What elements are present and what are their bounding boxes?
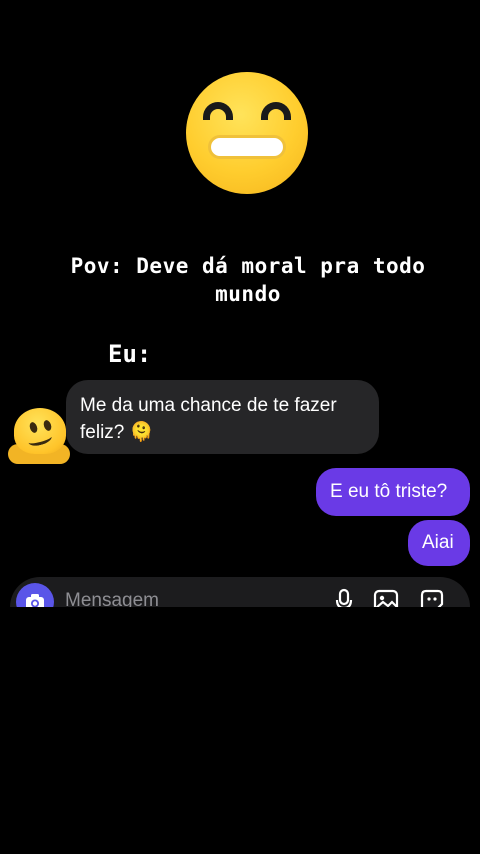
caption-line-2: mundo: [215, 282, 281, 306]
caption-line-1: Pov: Deve dá moral pra todo: [70, 254, 426, 278]
melting-face-avatar-icon: [8, 408, 70, 464]
caption-title: Pov: Deve dá moral pra todo mundo: [20, 252, 476, 308]
outgoing-message-bubble[interactable]: Aiai: [408, 520, 470, 566]
emoji-right-eye: [261, 102, 291, 120]
outgoing-message-text: Aiai: [422, 532, 454, 553]
speaker-label: Eu:: [108, 340, 152, 368]
emoji-left-eye: [203, 102, 233, 120]
outgoing-message-text: E eu tô triste?: [330, 481, 448, 502]
emoji-teeth: [208, 135, 286, 159]
incoming-message-text: Me da uma chance de te fazer feliz? 🫠: [80, 395, 337, 443]
grinning-face-emoji: [186, 72, 308, 194]
bottom-black-area: [0, 607, 480, 854]
incoming-message-bubble[interactable]: Me da uma chance de te fazer feliz? 🫠: [66, 380, 379, 454]
outgoing-message-bubble[interactable]: E eu tô triste?: [316, 468, 470, 516]
